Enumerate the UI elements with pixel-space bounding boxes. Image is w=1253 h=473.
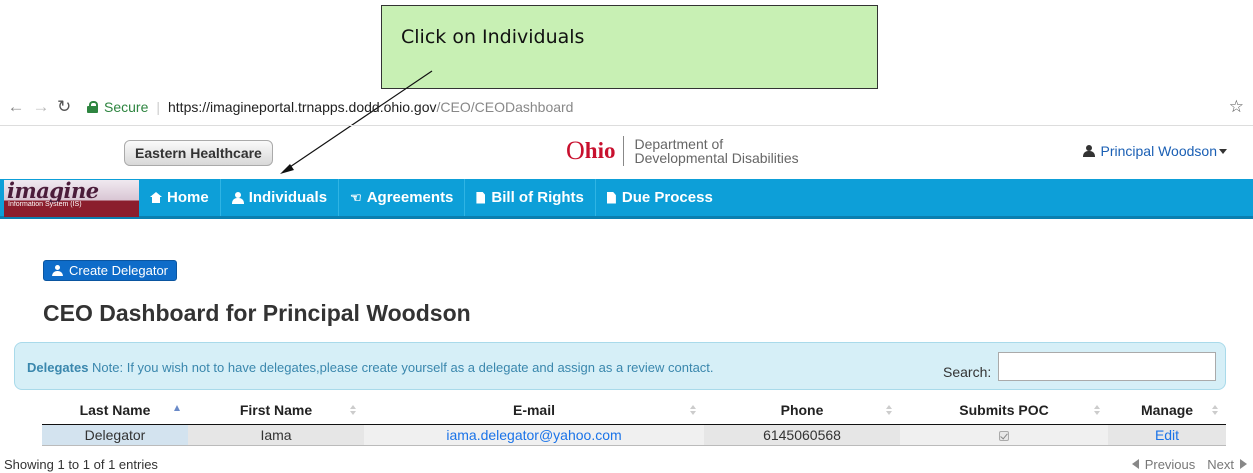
nav-due-process-label: Due Process — [621, 189, 713, 206]
main-nav: imagine Information System (IS) Home Ind… — [0, 179, 1253, 219]
nav-bill-of-rights[interactable]: Bill of Rights — [465, 179, 596, 216]
col-submits-poc[interactable]: Submits POC — [900, 397, 1108, 425]
cell-submits-poc — [900, 424, 1108, 446]
nav-individuals-label: Individuals — [248, 189, 328, 206]
submits-poc-checkbox — [999, 430, 1009, 441]
imagine-logo[interactable]: imagine Information System (IS) — [4, 180, 139, 217]
user-icon — [1082, 145, 1095, 157]
cell-email: iama.delegator@yahoo.com — [364, 424, 704, 446]
cell-manage: Edit — [1108, 424, 1226, 446]
col-manage[interactable]: Manage — [1108, 397, 1226, 425]
annotation-callout: Click on Individuals — [381, 5, 878, 89]
url-text[interactable]: https://imagineportal.trnapps.dodd.ohio.… — [168, 99, 573, 115]
sort-icon — [690, 405, 696, 417]
url-separator: | — [156, 99, 160, 115]
sort-ascending-icon — [174, 405, 180, 417]
document-icon — [606, 191, 616, 204]
bookmark-star-icon[interactable]: ☆ — [1229, 97, 1244, 117]
delegates-note: Delegates Note: If you wish not to have … — [27, 360, 714, 375]
brand-name: imagine — [7, 180, 99, 203]
create-delegator-label: Create Delegator — [69, 263, 168, 278]
col-manage-label: Manage — [1140, 402, 1194, 419]
page-title: CEO Dashboard for Principal Woodson — [43, 300, 471, 326]
table-header-row: Last Name First Name E-mail Phone Submit… — [42, 397, 1226, 425]
sort-icon — [350, 405, 356, 417]
sort-icon — [1094, 405, 1100, 417]
cell-last-name: Delegator — [42, 424, 188, 446]
url-host: https://imagineportal.trnapps.dodd.ohio.… — [168, 99, 437, 115]
col-last-name-label: Last Name — [79, 402, 151, 419]
back-arrow-icon[interactable]: ← — [7, 97, 25, 117]
sort-icon — [1212, 405, 1218, 417]
next-arrow-icon — [1240, 459, 1247, 469]
url-path: /CEO/CEODashboard — [436, 99, 574, 115]
dept-name: Department of Developmental Disabilities — [634, 137, 798, 165]
user-menu[interactable]: Principal Woodson — [1082, 143, 1227, 159]
note-text: Note: If you wish not to have delegates,… — [88, 360, 714, 375]
nav-bill-of-rights-label: Bill of Rights — [491, 189, 584, 206]
cell-phone: 6145060568 — [704, 424, 900, 446]
col-submits-poc-label: Submits POC — [959, 402, 1049, 419]
previous-arrow-icon — [1131, 459, 1139, 469]
search-input[interactable] — [998, 352, 1216, 381]
callout-text: Click on Individuals — [401, 26, 585, 48]
pagination: Previous Next — [1131, 457, 1247, 472]
previous-label: Previous — [1144, 457, 1196, 472]
next-label: Next — [1207, 457, 1234, 472]
col-email[interactable]: E-mail — [364, 397, 704, 425]
home-icon — [150, 192, 162, 203]
dept-line-2: Developmental Disabilities — [634, 150, 799, 166]
secure-label: Secure — [104, 99, 149, 115]
edit-link[interactable]: Edit — [1155, 427, 1179, 443]
col-email-label: E-mail — [512, 402, 555, 419]
nav-home-label: Home — [167, 189, 209, 206]
site-header: Eastern Healthcare Ohio Department of De… — [0, 125, 1253, 178]
logo-o: O — [566, 136, 585, 165]
nav-agreements-label: Agreements — [366, 189, 454, 206]
user-name: Principal Woodson — [1100, 143, 1217, 159]
lock-icon — [87, 101, 98, 113]
col-phone-label: Phone — [780, 402, 824, 419]
nav-home[interactable]: Home — [139, 179, 221, 216]
dept-line-1: Department of — [634, 136, 724, 152]
logo-ohio: hio — [584, 138, 616, 163]
previous-button[interactable]: Previous — [1131, 457, 1196, 472]
note-bold: Delegates — [27, 360, 89, 375]
nav-agreements[interactable]: ☜ Agreements — [339, 179, 466, 216]
delegates-table: Last Name First Name E-mail Phone Submit… — [42, 397, 1226, 446]
nav-individuals[interactable]: Individuals — [221, 179, 340, 216]
create-delegator-button[interactable]: Create Delegator — [43, 260, 177, 281]
ohio-dodd-logo: Ohio Department of Developmental Disabil… — [566, 136, 799, 166]
email-link[interactable]: iama.delegator@yahoo.com — [446, 427, 621, 443]
next-button[interactable]: Next — [1207, 457, 1247, 472]
caret-down-icon — [1219, 148, 1227, 154]
delegates-panel: Delegates Note: If you wish not to have … — [14, 342, 1226, 390]
person-icon — [231, 191, 244, 204]
forward-arrow-icon[interactable]: → — [32, 97, 50, 117]
col-first-name[interactable]: First Name — [188, 397, 364, 425]
col-phone[interactable]: Phone — [704, 397, 900, 425]
search-label: Search: — [943, 364, 992, 380]
organization-button[interactable]: Eastern Healthcare — [124, 140, 273, 166]
table-row: Delegator Iama iama.delegator@yahoo.com … — [42, 424, 1226, 446]
document-icon — [476, 191, 486, 204]
logo-divider — [623, 136, 625, 166]
reload-icon[interactable]: ↻ — [57, 97, 75, 117]
table-info: Showing 1 to 1 of 1 entries — [4, 457, 158, 472]
nav-due-process[interactable]: Due Process — [596, 179, 724, 216]
person-icon — [52, 265, 63, 276]
col-last-name[interactable]: Last Name — [42, 397, 188, 425]
cell-first-name: Iama — [188, 424, 364, 446]
thumbs-up-icon: ☜ — [350, 189, 362, 205]
browser-address-bar: ← → ↻ Secure | https://imagineportal.trn… — [0, 92, 1253, 122]
col-first-name-label: First Name — [239, 402, 313, 419]
sort-icon — [886, 405, 892, 417]
brand-subtitle: Information System (IS) — [8, 201, 82, 208]
